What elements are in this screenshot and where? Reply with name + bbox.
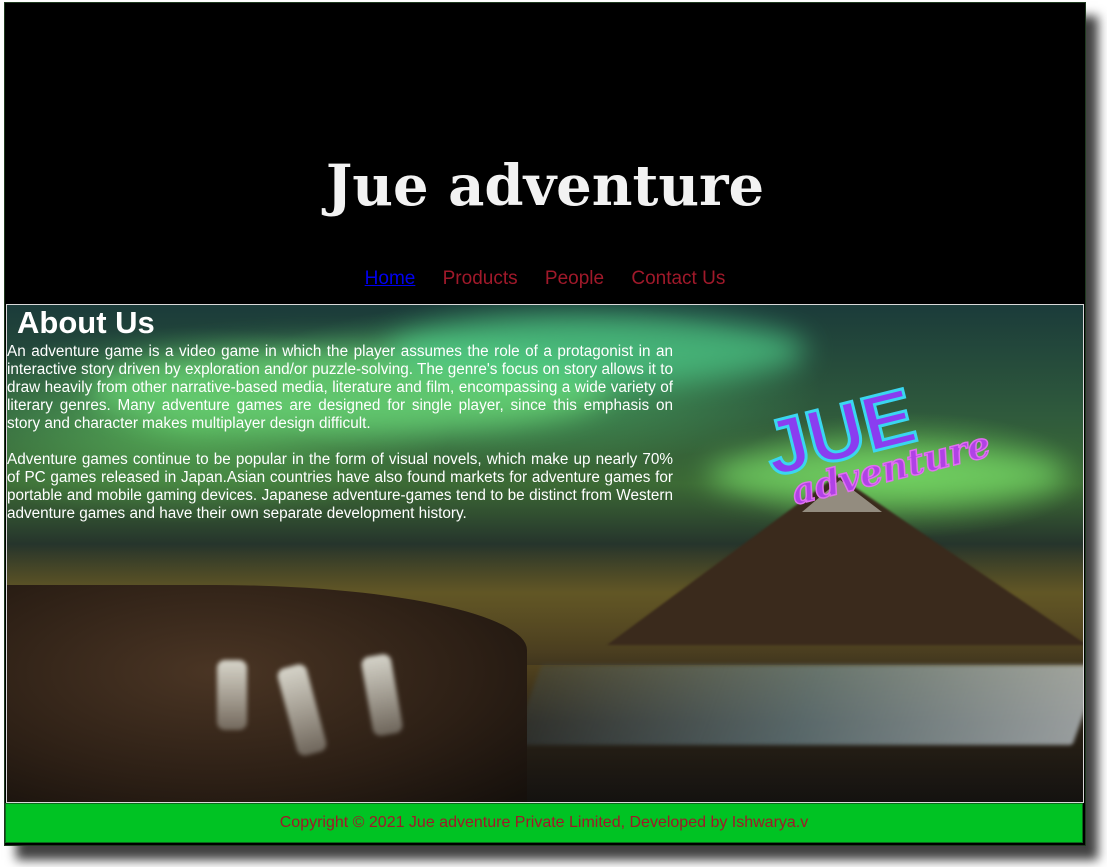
nav-link-contact-us[interactable]: Contact Us (631, 268, 725, 290)
nav-link-home[interactable]: Home (365, 268, 416, 290)
copyright-text: Copyright © 2021 Jue adventure Private L… (279, 814, 809, 831)
site-header: Jue adventure Home Products People Conta… (5, 3, 1085, 303)
about-heading: About Us (17, 305, 155, 340)
about-section: About Us An adventure game is a video ga… (6, 304, 1084, 803)
main-nav: Home Products People Contact Us (5, 268, 1085, 290)
nav-link-people[interactable]: People (545, 268, 604, 290)
nav-link-products[interactable]: Products (443, 268, 518, 290)
site-footer: Copyright © 2021 Jue adventure Private L… (5, 803, 1083, 843)
about-body: An adventure game is a video game in whi… (7, 343, 673, 541)
waterfall-image (217, 660, 247, 730)
about-paragraph: Adventure games continue to be popular i… (7, 451, 673, 522)
jue-adventure-logo: JUE adventure (754, 369, 995, 514)
site-title: Jue adventure (325, 153, 765, 219)
river-image (512, 665, 1083, 745)
about-paragraph: An adventure game is a video game in whi… (7, 343, 673, 432)
page-frame: Jue adventure Home Products People Conta… (4, 2, 1086, 846)
rocky-cliffs (7, 585, 527, 802)
